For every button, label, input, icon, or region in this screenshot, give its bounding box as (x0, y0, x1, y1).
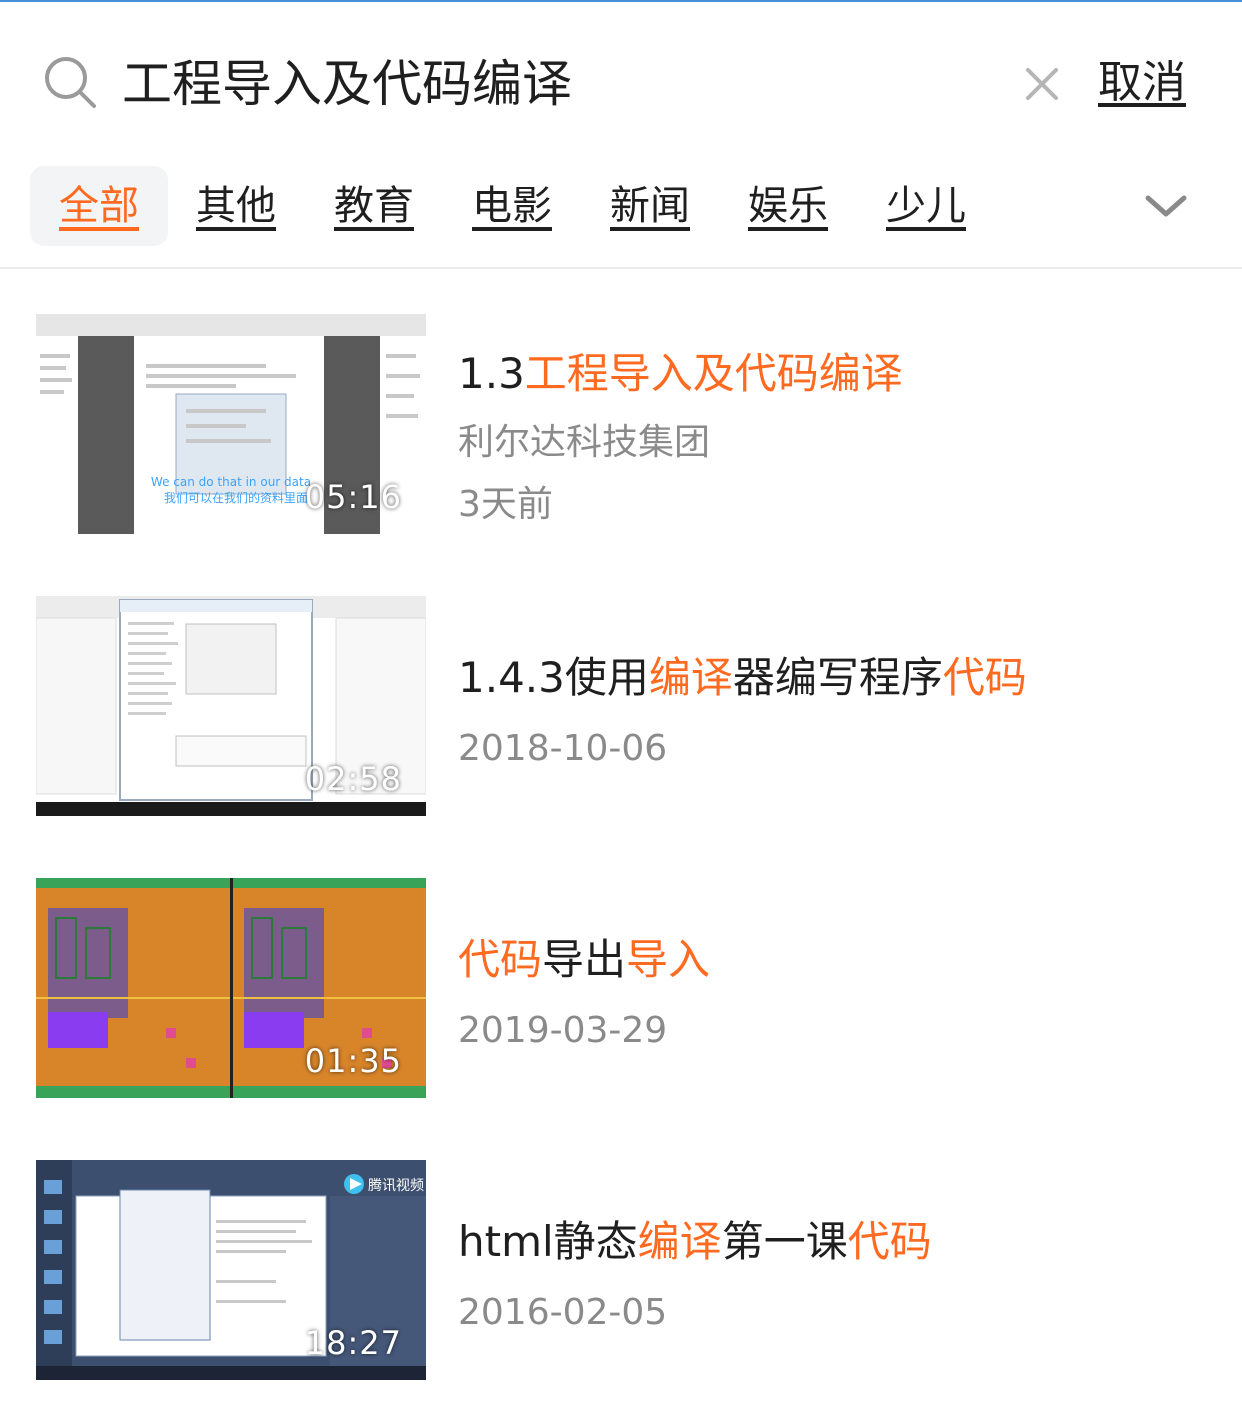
video-title: 1.3工程导入及代码编译 (458, 344, 903, 404)
title-text: 第一课 (721, 1217, 848, 1266)
list-item[interactable]: We can do that in our data 我们可以在我们的资料里面 … (0, 314, 1242, 564)
video-channel: 利尔达科技集团 (458, 422, 711, 463)
chevron-down-icon[interactable] (1142, 186, 1190, 226)
video-duration: 05:16 (304, 478, 402, 516)
title-highlight: 编译 (637, 1217, 722, 1266)
category-tabs: 全部 其他 教育 电影 新闻 娱乐 少儿 (0, 160, 1242, 254)
search-input[interactable]: 工程导入及代码编译 (122, 46, 982, 122)
divider (0, 267, 1242, 269)
tab-education[interactable]: 教育 (324, 166, 424, 246)
video-duration: 01:35 (304, 1042, 402, 1080)
video-date: 2016-02-05 (458, 1292, 668, 1333)
title-highlight: 代码 (458, 935, 543, 984)
video-thumbnail: 腾讯视频 18:27 (36, 1160, 426, 1380)
title-highlight: 代码 (847, 1217, 932, 1266)
tab-other[interactable]: 其他 (186, 166, 286, 246)
video-thumbnail: We can do that in our data 我们可以在我们的资料里面 … (36, 314, 426, 534)
video-thumbnail: 01:35 (36, 878, 426, 1098)
watermark-logo: 腾讯视频 (368, 1177, 424, 1194)
tab-news[interactable]: 新闻 (600, 166, 700, 246)
title-text: 导出 (542, 935, 627, 984)
list-item[interactable]: 02:58 1.4.3使用编译器编写程序代码 2018-10-06 (0, 596, 1242, 846)
title-highlight: 代码 (942, 653, 1027, 702)
video-duration: 18:27 (304, 1324, 402, 1362)
title-text: 1.3 (458, 349, 525, 398)
search-bar: 工程导入及代码编译 取消 (0, 2, 1242, 152)
title-highlight: 工程导入及代码编译 (524, 349, 903, 398)
video-title: html静态编译第一课代码 (458, 1212, 932, 1272)
tab-movie[interactable]: 电影 (462, 166, 562, 246)
list-item[interactable]: 腾讯视频 18:27 html静态编译第一课代码 2016-02-05 (0, 1160, 1242, 1410)
search-icon (45, 57, 96, 108)
title-text: 器编写程序 (732, 653, 943, 702)
tab-entertainment[interactable]: 娱乐 (738, 166, 838, 246)
cancel-button[interactable]: 取消 (1098, 52, 1186, 114)
video-thumbnail: 02:58 (36, 596, 426, 816)
video-date: 2019-03-29 (458, 1010, 668, 1051)
video-date: 2018-10-06 (458, 728, 668, 769)
tab-kids[interactable]: 少儿 (876, 166, 976, 246)
title-highlight: 导入 (626, 935, 711, 984)
tab-all[interactable]: 全部 (30, 166, 168, 246)
video-title: 1.4.3使用编译器编写程序代码 (458, 648, 1027, 708)
title-text: html静态 (458, 1217, 638, 1266)
video-duration: 02:58 (304, 760, 402, 798)
clear-icon[interactable] (1022, 64, 1062, 104)
video-date: 3天前 (458, 484, 553, 525)
thumb-caption-en: We can do that in our data (151, 475, 311, 489)
list-item[interactable]: 01:35 代码导出导入 2019-03-29 (0, 878, 1242, 1128)
title-highlight: 编译 (648, 653, 733, 702)
title-text: 1.4.3使用 (458, 653, 649, 702)
thumb-caption-zh: 我们可以在我们的资料里面 (164, 490, 308, 505)
video-title: 代码导出导入 (458, 930, 710, 990)
